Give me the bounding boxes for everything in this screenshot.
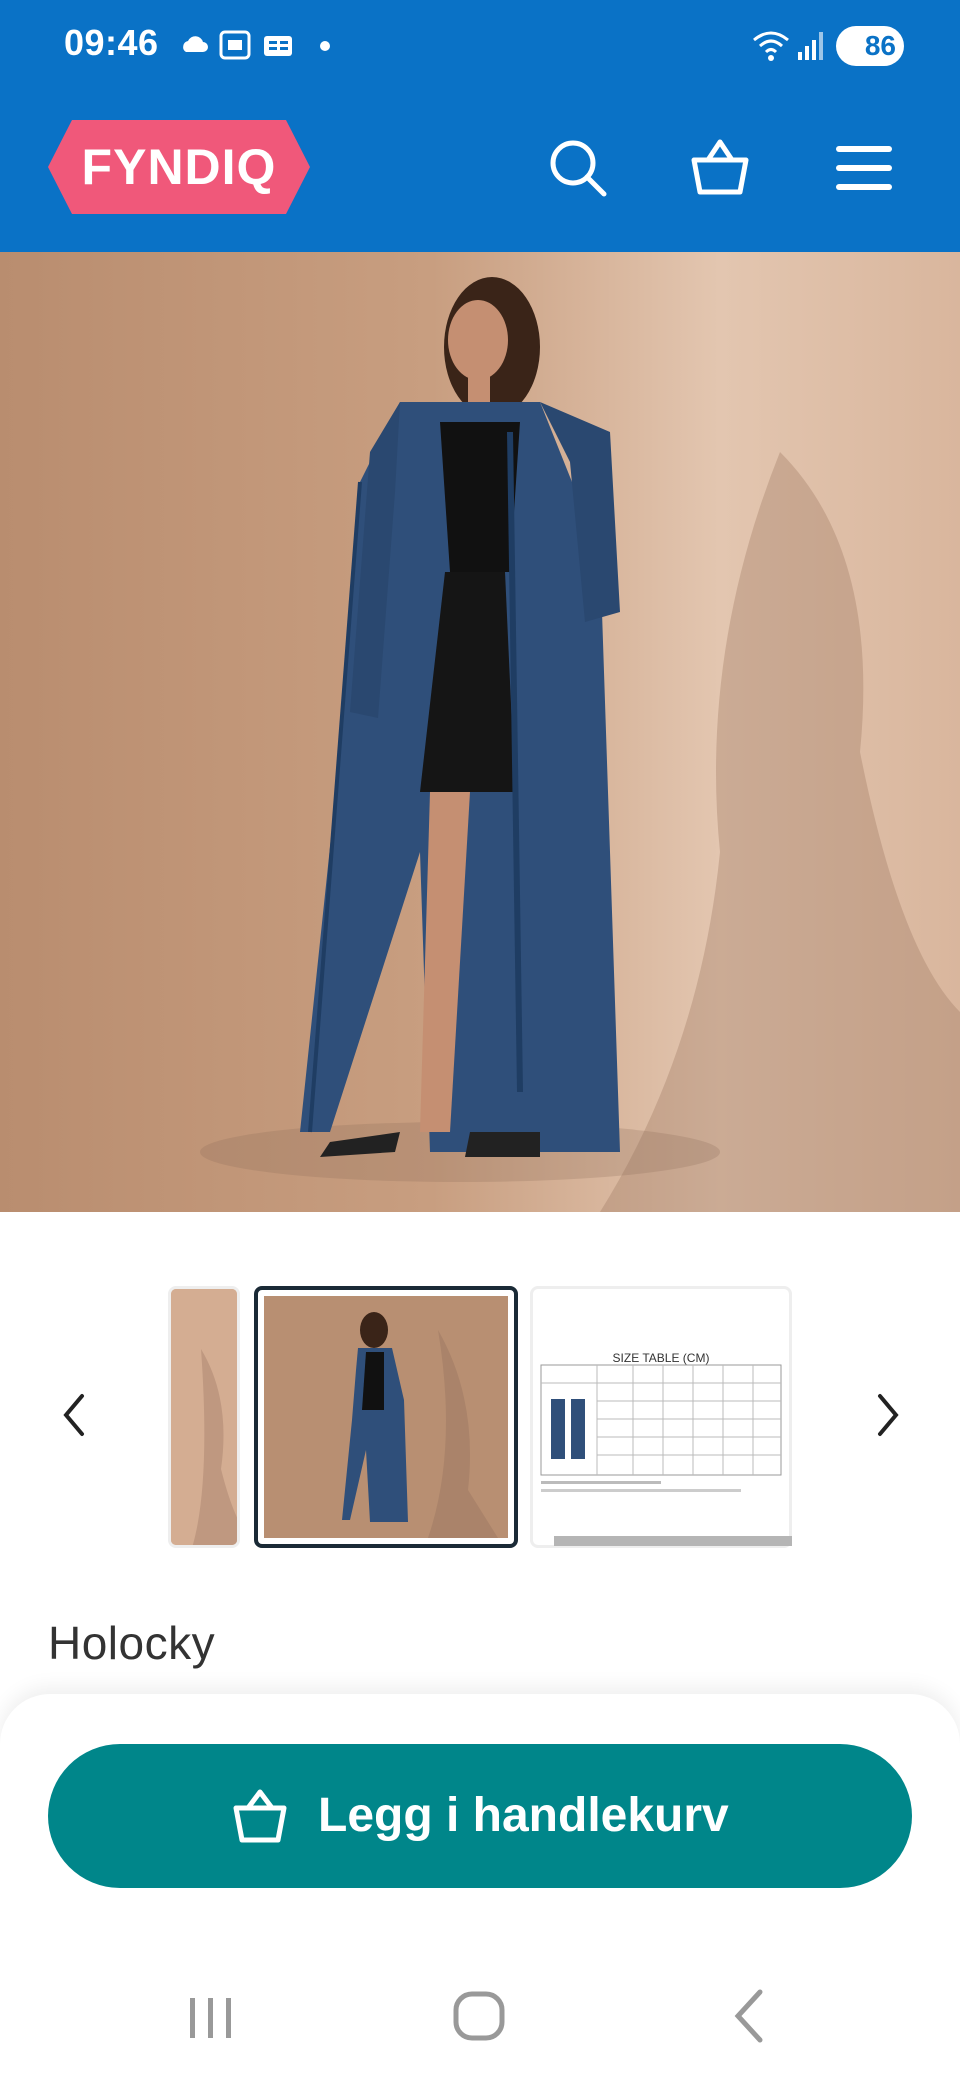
add-to-cart-button[interactable]: Legg i handlekurv xyxy=(48,1744,912,1888)
thumbnail-size-table[interactable]: SIZE TABLE (CM) xyxy=(530,1286,792,1548)
back-icon[interactable] xyxy=(710,1984,790,2048)
fyndiq-logo[interactable]: FYNDIQ xyxy=(48,120,310,214)
home-icon[interactable] xyxy=(440,1984,520,2048)
bottom-action-sheet: Legg i handlekurv xyxy=(0,1694,960,2080)
thumbnail-photo xyxy=(171,1289,237,1545)
status-bar: 09:46 86 xyxy=(0,0,960,92)
thumbnail-image-selected[interactable] xyxy=(254,1286,518,1548)
product-photo-illustration xyxy=(200,277,960,1212)
recents-icon[interactable] xyxy=(170,1984,250,2048)
thumbnail-photo xyxy=(264,1296,508,1538)
menu-icon[interactable] xyxy=(828,132,900,204)
thumbnail-scroll-indicator xyxy=(554,1536,792,1546)
basket-icon xyxy=(233,1789,287,1843)
add-to-cart-label: Legg i handlekurv xyxy=(318,1789,729,1842)
battery-indicator: 86 xyxy=(836,26,904,66)
size-table-graphic xyxy=(540,1364,782,1492)
ge-icon xyxy=(264,36,292,56)
product-image[interactable] xyxy=(0,252,960,1212)
chevron-right-icon[interactable] xyxy=(870,1380,910,1450)
signal-icon xyxy=(798,32,823,60)
chevron-left-icon[interactable] xyxy=(52,1380,92,1450)
thumbnail-carousel: SIZE TABLE (CM) xyxy=(0,1270,960,1570)
dot-icon xyxy=(320,41,330,51)
logo-text: FYNDIQ xyxy=(81,139,277,195)
wifi-icon xyxy=(753,31,789,61)
app-header: FYNDIQ xyxy=(0,92,960,252)
size-table-title: SIZE TABLE (CM) xyxy=(612,1351,710,1365)
cloud-icon xyxy=(183,36,208,52)
screenshot-icon xyxy=(219,30,251,60)
product-title: Holocky xyxy=(48,1617,216,1669)
basket-icon[interactable] xyxy=(684,132,756,204)
thumbnail-image[interactable] xyxy=(168,1286,240,1548)
system-nav-bar xyxy=(0,1960,960,2080)
search-icon[interactable] xyxy=(542,132,614,204)
status-time: 09:46 xyxy=(64,22,159,63)
